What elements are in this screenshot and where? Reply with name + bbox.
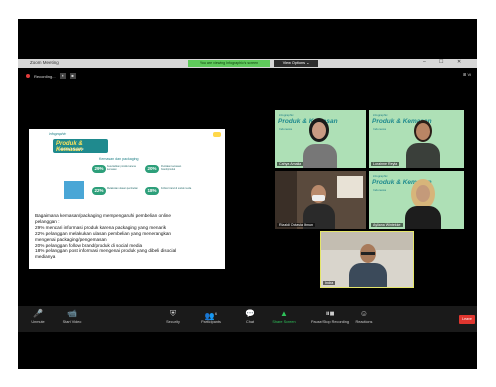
- zoom-window: Zoom Meeting You are viewing Infographic…: [18, 19, 477, 369]
- recording-indicator: Recording... ⏸ ■: [26, 72, 76, 80]
- stat-badge: 18%: [145, 187, 159, 195]
- participant-tile[interactable]: infographic Produk & Kemasan Indonesia L…: [369, 110, 464, 168]
- participant-body: [405, 206, 441, 229]
- stat-badge: 22%: [92, 187, 106, 195]
- video-camera-icon: 📹: [67, 309, 77, 318]
- participant-tile[interactable]: Rizaldi Octavia Ibnun: [275, 171, 366, 229]
- slide-brand: infographic: [49, 132, 67, 136]
- participant-name: Indra: [323, 281, 336, 285]
- slide-heading: Kemasan dan packaging: [99, 157, 139, 161]
- stat-text: Ketertarikan produk karena kemasan: [107, 165, 136, 171]
- recording-label: Recording...: [34, 73, 56, 79]
- view-options-button[interactable]: View Options ⌄: [274, 60, 318, 67]
- security-button[interactable]: ⛨ Security: [153, 308, 193, 324]
- start-video-button[interactable]: 📹 Start Video: [52, 308, 92, 324]
- face-mask: [312, 195, 325, 201]
- meeting-toolbar: 🎤 Unmute 📹 Start Video ⛨ Security 👥6 Par…: [18, 306, 477, 332]
- laptop-illustration-icon: [64, 181, 84, 199]
- slide-tag: [213, 132, 221, 137]
- participants-button[interactable]: 👥6 Participants: [191, 308, 231, 324]
- window-title: Zoom Meeting: [30, 60, 59, 65]
- stat-text: Melakukan ulasan pembelian: [107, 187, 138, 190]
- share-screen-button[interactable]: ▲ Share Screen: [264, 308, 304, 324]
- recording-dot-icon: [26, 74, 30, 78]
- participants-icon: 👥6: [204, 311, 218, 321]
- stat-text: Follow brand di social media: [161, 187, 192, 190]
- slide-banner: Produk & Kemasan Indonesia Infographic: [53, 139, 108, 153]
- participant-body: [349, 263, 387, 287]
- shared-screen: infographic Produk & Kemasan Indonesia I…: [29, 129, 225, 269]
- close-button[interactable]: ✕: [457, 59, 461, 65]
- reactions-button[interactable]: ☺ Reactions: [344, 308, 384, 324]
- virtual-background-subtitle: Indonesia: [373, 188, 387, 192]
- virtual-background-subtitle: Indonesia: [279, 127, 293, 131]
- share-screen-label: Share Screen: [272, 320, 296, 324]
- title-bar: Zoom Meeting You are viewing Infographic…: [18, 59, 477, 68]
- participants-count: 6: [214, 311, 218, 316]
- glasses-icon: [361, 252, 375, 255]
- participant-tile[interactable]: infographic Produk & Kemasan Indonesia A…: [369, 171, 464, 229]
- gallery-view-button[interactable]: ⊞ Vi: [463, 72, 471, 77]
- stat-text: Penilaian kemasan brand/produk: [161, 165, 182, 171]
- participant-face: [312, 122, 326, 139]
- room-window: [337, 176, 363, 198]
- participant-name: Rizaldi Octavia Ibnun: [277, 223, 315, 227]
- reactions-label: Reactions: [355, 320, 373, 324]
- participant-face: [416, 123, 430, 140]
- room-wall: [275, 171, 297, 229]
- screen-share-banner: You are viewing Infographic's screen: [188, 60, 270, 67]
- participant-face: [416, 185, 430, 202]
- participants-label: Participants: [201, 320, 221, 324]
- share-screen-icon: ▲: [280, 309, 288, 318]
- virtual-background-subtitle: Indonesia: [373, 127, 387, 131]
- slide-text-line: medianya: [35, 254, 56, 260]
- stop-recording-icon[interactable]: ■: [69, 73, 76, 79]
- participant-name: Lorainne Reyla: [371, 162, 400, 166]
- participant-tile[interactable]: infographic Produk & Kemasan Indonesia C…: [275, 110, 366, 168]
- slide-body-text: Bagaimana kemasan/packaging mempengaruhi…: [35, 213, 223, 260]
- virtual-background-brand: infographic: [279, 113, 294, 117]
- virtual-background-title: Produk & Kemasan: [278, 118, 338, 125]
- stat-badge: 29%: [92, 165, 106, 173]
- virtual-background-brand: infographic: [373, 113, 388, 117]
- slide-banner-title: Produk & Kemasan: [56, 141, 83, 153]
- participant-tile-active-speaker[interactable]: Indra: [320, 231, 414, 288]
- participant-name: Ayliana Wintekke: [371, 223, 403, 227]
- participant-name: Cahya Amalia: [277, 162, 304, 166]
- maximize-button[interactable]: ☐: [439, 59, 443, 65]
- slide-banner-subtitle: Indonesia Infographic: [59, 148, 84, 151]
- start-video-label: Start Video: [62, 320, 82, 324]
- pause-recording-icon[interactable]: ⏸: [59, 73, 66, 79]
- leave-button[interactable]: Leave: [459, 315, 475, 324]
- virtual-background-brand: infographic: [373, 174, 388, 178]
- minimize-button[interactable]: –: [423, 59, 426, 65]
- smiley-icon: ☺: [359, 309, 369, 318]
- security-label: Security: [166, 320, 180, 324]
- participant-body: [406, 143, 440, 168]
- shield-icon: ⛨: [170, 309, 176, 318]
- participant-body: [303, 144, 337, 168]
- stat-badge: 20%: [145, 165, 159, 173]
